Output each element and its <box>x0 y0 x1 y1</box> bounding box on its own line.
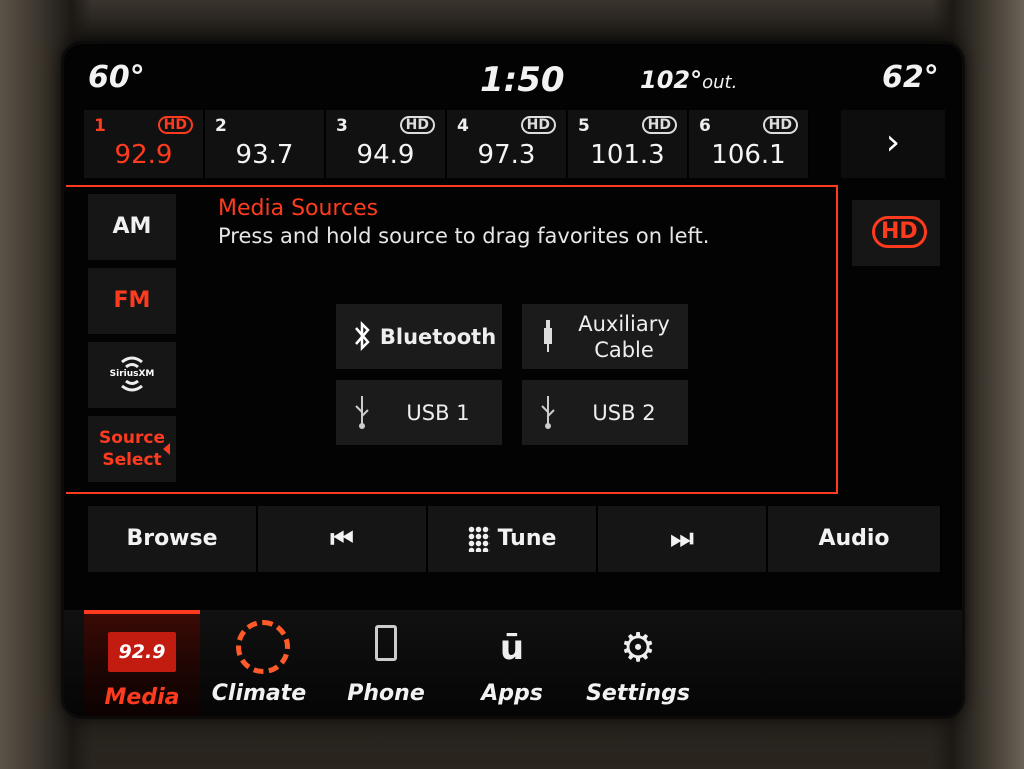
clock: 1:50 <box>480 60 565 100</box>
previous-track-button[interactable]: ⏮ <box>258 506 428 572</box>
tune-label: Tune <box>497 526 557 551</box>
nav-apps-label: Apps <box>481 681 543 706</box>
popup-subtitle: Press and hold source to drag favorites … <box>218 224 710 248</box>
preset-bar: 1 HD 92.9 2 93.7 3 HD 94.9 4 HD 97.3 5 H… <box>84 110 948 180</box>
preset-6[interactable]: 6 HD 106.1 <box>689 110 809 178</box>
outside-temp-value: 102° <box>640 66 703 94</box>
nav-climate[interactable]: Climate <box>201 610 317 716</box>
usb2-source-button[interactable]: USB 2 <box>522 380 688 445</box>
hd-icon: HD <box>872 216 927 248</box>
preset-frequency: 92.9 <box>114 140 173 170</box>
preset-3[interactable]: 3 HD 94.9 <box>326 110 446 178</box>
bluetooth-icon <box>350 316 374 356</box>
usb1-source-button[interactable]: USB 1 <box>336 380 502 445</box>
nav-settings[interactable]: ⚙ Settings <box>580 610 696 716</box>
hd-icon: HD <box>157 116 193 134</box>
usb1-label: USB 1 <box>406 400 470 425</box>
keypad-icon <box>467 526 490 552</box>
driver-temp[interactable]: 60° <box>88 60 145 95</box>
outside-temp: 102°out. <box>640 66 737 94</box>
aux-cable-icon <box>536 316 560 356</box>
preset-number: 3 <box>336 116 348 136</box>
apps-icon: ū <box>499 628 525 668</box>
hd-icon: HD <box>399 116 435 134</box>
nav-media[interactable]: 92.9 Media <box>84 610 200 716</box>
nav-climate-label: Climate <box>211 681 307 706</box>
aux-label: Auxiliary Cable <box>578 311 670 362</box>
climate-icon <box>236 620 290 674</box>
tune-button[interactable]: Tune <box>428 506 598 572</box>
browse-button[interactable]: Browse <box>88 506 258 572</box>
next-track-button[interactable]: ⏭ <box>598 506 768 572</box>
preset-number: 2 <box>215 116 227 136</box>
audio-button[interactable]: Audio <box>768 506 942 572</box>
preset-frequency: 94.9 <box>356 140 415 170</box>
preset-frequency: 97.3 <box>477 140 536 170</box>
preset-number: 4 <box>457 116 469 136</box>
preset-1[interactable]: 1 HD 92.9 <box>84 110 204 178</box>
passenger-temp[interactable]: 62° <box>882 60 939 95</box>
preset-5[interactable]: 5 HD 101.3 <box>568 110 688 178</box>
popup-title: Media Sources <box>218 196 379 221</box>
preset-2[interactable]: 2 93.7 <box>205 110 325 178</box>
outside-label: out. <box>702 72 738 93</box>
preset-frequency: 106.1 <box>711 140 786 170</box>
nav-phone[interactable]: Phone <box>328 610 444 716</box>
preset-frequency: 101.3 <box>590 140 665 170</box>
gear-icon: ⚙ <box>620 625 656 671</box>
infotainment-screen: 60° 1:50 102°out. 62° 1 HD 92.9 2 93.7 3… <box>64 44 962 716</box>
preset-number: 6 <box>699 116 711 136</box>
nav-media-label: Media <box>104 685 180 710</box>
hd-radio-button[interactable]: HD <box>852 200 940 266</box>
preset-number: 1 <box>94 116 106 136</box>
usb-icon <box>350 392 374 432</box>
preset-number: 5 <box>578 116 590 136</box>
nav-apps[interactable]: ū Apps <box>454 610 570 716</box>
preset-4[interactable]: 4 HD 97.3 <box>447 110 567 178</box>
phone-icon <box>328 624 444 672</box>
hd-icon: HD <box>520 116 556 134</box>
media-frequency-badge: 92.9 <box>108 632 176 672</box>
usb-icon <box>536 392 560 432</box>
aux-source-button[interactable]: Auxiliary Cable <box>522 304 688 369</box>
nav-settings-label: Settings <box>586 681 690 706</box>
presets-next-button[interactable]: › <box>841 110 945 178</box>
bluetooth-source-button[interactable]: Bluetooth <box>336 304 502 369</box>
usb2-label: USB 2 <box>592 400 656 425</box>
hd-icon: HD <box>762 116 798 134</box>
preset-frequency: 93.7 <box>235 140 294 170</box>
bluetooth-label: Bluetooth <box>379 324 497 349</box>
hd-icon: HD <box>641 116 677 134</box>
nav-phone-label: Phone <box>347 681 425 706</box>
